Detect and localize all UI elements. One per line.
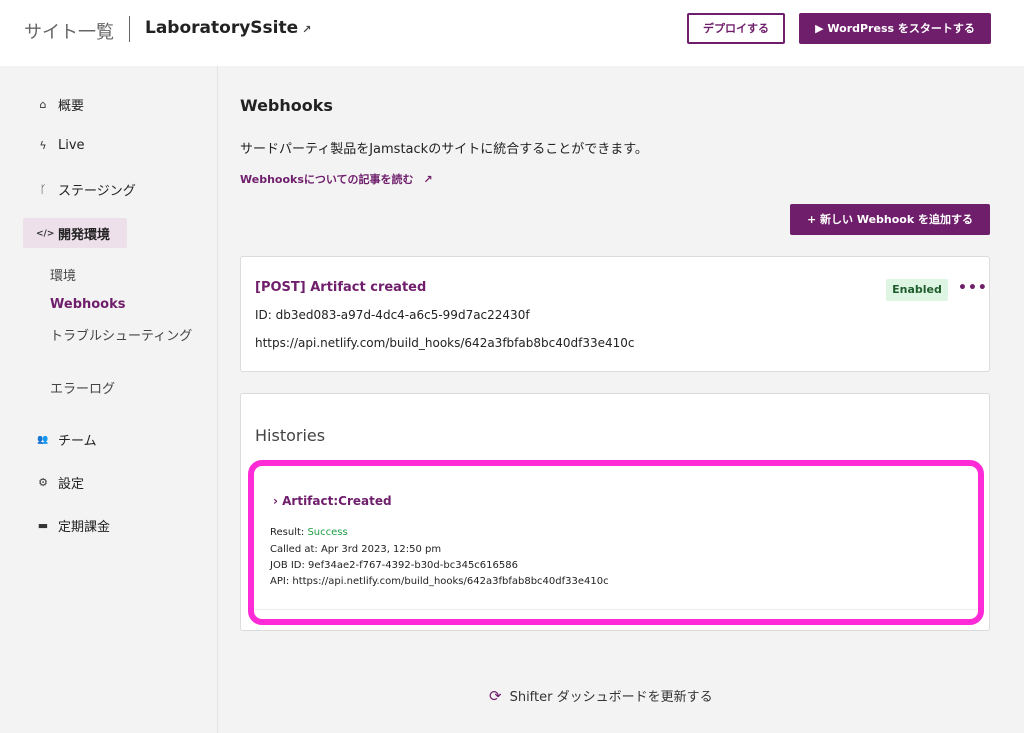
refresh-label: Shifter ダッシュボードを更新する — [509, 690, 713, 705]
sidebar-item-live[interactable]: ϟ Live — [36, 138, 85, 153]
bolt-icon: ϟ — [39, 139, 47, 152]
divider — [255, 609, 977, 610]
gear-icon: ⚙ — [38, 476, 48, 489]
refresh-dashboard-link[interactable]: ⟳ Shifter ダッシュボードを更新する — [489, 686, 713, 706]
start-wordpress-button[interactable]: ▶ WordPress をスタートする — [799, 13, 991, 44]
home-icon: ⌂ — [39, 98, 47, 111]
sidebar-item-label: 概要 — [58, 99, 85, 114]
sidebar-item-label: 開発環境 — [58, 228, 111, 243]
sidebar-subitem-environment[interactable]: 環境 — [50, 265, 76, 284]
doc-link-text: Webhooksについての記事を読む — [240, 173, 414, 186]
result-value: Success — [307, 527, 348, 538]
result-label: Result: — [270, 527, 308, 538]
status-badge: Enabled — [886, 279, 948, 301]
breadcrumb-site-list[interactable]: サイト一覧 — [24, 18, 114, 44]
more-options-icon[interactable]: ••• — [958, 277, 987, 301]
site-name-text: LaboratorySsite — [145, 18, 299, 38]
webhook-title[interactable]: [POST] Artifact created — [255, 280, 426, 295]
webhook-url: https://api.netlify.com/build_hooks/642a… — [255, 336, 635, 350]
breadcrumb-separator — [129, 16, 130, 42]
top-bar: サイト一覧 LaboratorySsite ↗ デプロイする ▶ WordPres… — [0, 0, 1024, 66]
history-job-id: JOB ID: 9ef34ae2-f767-4392-b30d-bc345c61… — [270, 560, 518, 571]
sidebar: ⌂ 概要 ϟ Live ᚴ ステージング </> 開発環境 環境 Webhook… — [0, 66, 218, 733]
sidebar-item-label: 定期課金 — [58, 520, 111, 535]
sidebar-item-development[interactable]: </> 開発環境 — [36, 224, 110, 243]
histories-title: Histories — [255, 426, 326, 445]
add-webhook-button[interactable]: + 新しい Webhook を追加する — [790, 204, 990, 235]
sidebar-item-team[interactable]: 👥 チーム — [36, 430, 97, 449]
site-name[interactable]: LaboratorySsite ↗ — [145, 18, 311, 38]
webhooks-doc-link[interactable]: Webhooksについての記事を読む ↗ — [240, 171, 433, 187]
edit-icon[interactable]: ↗ — [302, 23, 311, 36]
sidebar-item-settings[interactable]: ⚙ 設定 — [36, 473, 84, 492]
code-icon: </> — [36, 228, 55, 239]
histories-card: Histories › Artifact:Created Result: Suc… — [240, 393, 990, 631]
sidebar-item-staging[interactable]: ᚴ ステージング — [36, 180, 136, 199]
branch-icon: ᚴ — [39, 183, 47, 196]
page-title: Webhooks — [240, 96, 333, 115]
history-result: Result: Success — [270, 527, 348, 538]
webhook-card: [POST] Artifact created ID: db3ed083-a97… — [240, 256, 990, 372]
team-icon: 👥 — [37, 434, 49, 445]
webhook-id: ID: db3ed083-a97d-4dc4-a6c5-99d7ac22430f — [255, 308, 530, 322]
card-icon: ▬ — [37, 519, 49, 532]
sidebar-item-label: 設定 — [58, 477, 85, 492]
sidebar-subitem-troubleshooting[interactable]: トラブルシューティング — [50, 327, 200, 347]
sidebar-item-billing[interactable]: ▬ 定期課金 — [36, 516, 110, 535]
deploy-button[interactable]: デプロイする — [687, 13, 785, 44]
external-link-icon: ↗ — [423, 173, 433, 186]
refresh-icon: ⟳ — [489, 686, 502, 705]
sidebar-item-label: ステージング — [58, 184, 136, 199]
history-api: API: https://api.netlify.com/build_hooks… — [270, 576, 609, 587]
main-content: Webhooks サードパーティ製品をJamstackのサイトに統合することがで… — [219, 66, 1024, 733]
sidebar-item-label: チーム — [58, 434, 97, 449]
sidebar-item-label: Live — [58, 138, 85, 153]
highlight-outline — [248, 460, 984, 625]
page-description: サードパーティ製品をJamstackのサイトに統合することができます。 — [240, 142, 648, 157]
history-entry-toggle[interactable]: › Artifact:Created — [273, 494, 392, 508]
history-called-at: Called at: Apr 3rd 2023, 12:50 pm — [270, 544, 442, 555]
sidebar-item-overview[interactable]: ⌂ 概要 — [36, 95, 85, 114]
sidebar-subitem-error-log[interactable]: エラーログ — [50, 378, 115, 397]
sidebar-subitem-webhooks[interactable]: Webhooks — [50, 297, 126, 312]
